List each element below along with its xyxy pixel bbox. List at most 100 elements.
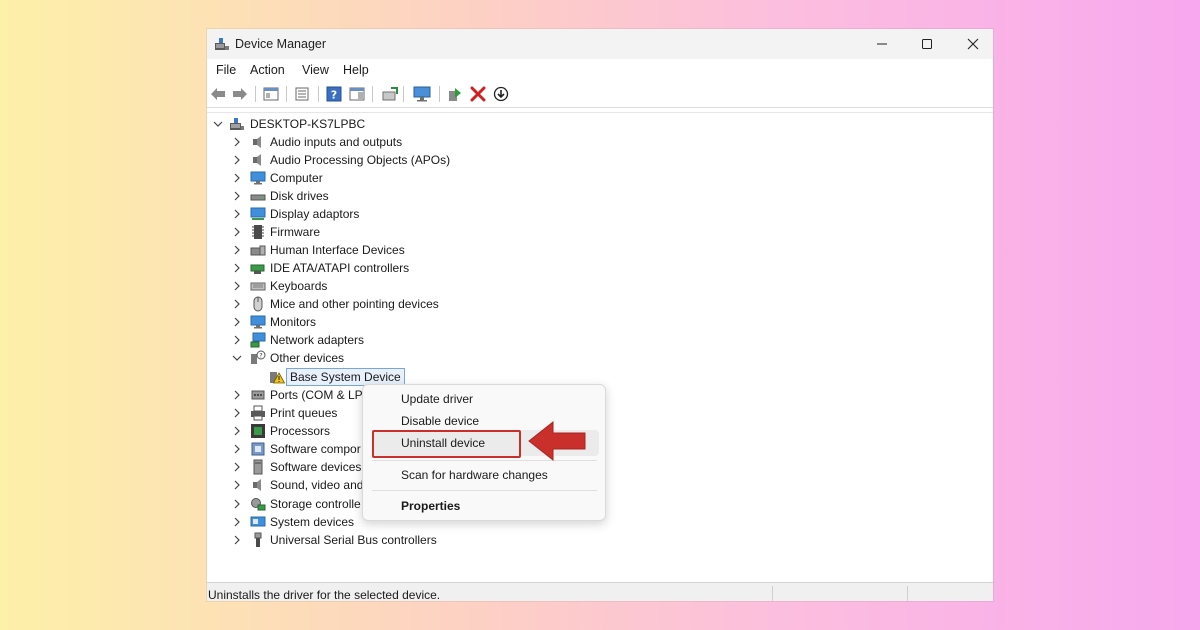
menu-file[interactable]: File bbox=[216, 63, 236, 77]
minimize-icon bbox=[877, 43, 887, 45]
tree-item-other-devices[interactable]: ? Other devices bbox=[207, 349, 993, 367]
chevron-right-icon[interactable] bbox=[232, 172, 242, 184]
tree-item-display-adaptors[interactable]: Display adaptors bbox=[207, 205, 993, 223]
chevron-right-icon[interactable] bbox=[232, 298, 242, 310]
chevron-right-icon[interactable] bbox=[232, 461, 242, 473]
close-button[interactable] bbox=[950, 29, 993, 59]
menu-action[interactable]: Action bbox=[250, 63, 285, 77]
tree-item-network-adapters[interactable]: Network adapters bbox=[207, 331, 993, 349]
tree-item-keyboards[interactable]: Keyboards bbox=[207, 277, 993, 295]
tree-item-label: System devices bbox=[270, 515, 355, 529]
chevron-right-icon[interactable] bbox=[232, 516, 242, 528]
tree-item-label: Audio inputs and outputs bbox=[270, 135, 403, 149]
uninstall-device-button[interactable] bbox=[469, 85, 487, 103]
chevron-down-icon[interactable] bbox=[232, 352, 242, 364]
chevron-right-icon[interactable] bbox=[232, 190, 242, 202]
tree-item-ide[interactable]: IDE ATA/ATAPI controllers bbox=[207, 259, 993, 277]
tree-item-monitors[interactable]: Monitors bbox=[207, 313, 993, 331]
maximize-icon bbox=[922, 39, 932, 49]
chevron-right-icon[interactable] bbox=[232, 280, 242, 292]
toolbar: ? bbox=[207, 81, 993, 108]
tree-item-computer[interactable]: Computer bbox=[207, 169, 993, 187]
title-bar[interactable]: Device Manager bbox=[207, 29, 993, 59]
chevron-down-icon[interactable] bbox=[213, 118, 223, 130]
tree-item-hid[interactable]: Human Interface Devices bbox=[207, 241, 993, 259]
tree-item-label: Ports (COM & LP bbox=[270, 388, 363, 402]
tree-root[interactable]: DESKTOP-KS7LPBC bbox=[207, 115, 993, 133]
minimize-button[interactable] bbox=[859, 29, 905, 59]
menu-item-uninstall-device[interactable]: Uninstall device bbox=[401, 436, 485, 450]
device-manager-icon bbox=[215, 38, 229, 50]
enable-device-button[interactable] bbox=[446, 85, 464, 103]
svg-text:?: ? bbox=[331, 89, 337, 102]
chevron-right-icon[interactable] bbox=[232, 244, 242, 256]
update-driver-button[interactable] bbox=[381, 85, 399, 103]
tree-item-label: Software compor bbox=[270, 442, 361, 456]
tree-item-label: Sound, video and bbox=[270, 478, 364, 492]
tree-item-disk-drives[interactable]: Disk drives bbox=[207, 187, 993, 205]
tree-item-label: Software devices bbox=[270, 460, 362, 474]
speaker-icon bbox=[253, 479, 261, 491]
chevron-right-icon[interactable] bbox=[232, 479, 242, 491]
display-button[interactable] bbox=[413, 85, 431, 103]
help-button[interactable]: ? bbox=[325, 85, 343, 103]
enable-device-icon bbox=[449, 88, 461, 101]
tree-item-mice[interactable]: Mice and other pointing devices bbox=[207, 295, 993, 313]
tree-item-label: Mice and other pointing devices bbox=[270, 297, 439, 311]
monitor-icon bbox=[250, 171, 266, 185]
properties-button[interactable] bbox=[293, 85, 311, 103]
menu-item-disable-device[interactable]: Disable device bbox=[401, 414, 479, 428]
chevron-right-icon[interactable] bbox=[232, 334, 242, 346]
tree-item-label: Print queues bbox=[270, 406, 338, 420]
monitor-icon bbox=[250, 315, 266, 329]
show-hide-console-tree-icon bbox=[263, 87, 279, 101]
toolbar-separator bbox=[372, 86, 373, 102]
chevron-right-icon[interactable] bbox=[232, 534, 242, 546]
chevron-right-icon[interactable] bbox=[232, 498, 242, 510]
toolbar-separator bbox=[439, 86, 440, 102]
forward-button[interactable] bbox=[231, 85, 249, 103]
chevron-right-icon[interactable] bbox=[232, 443, 242, 455]
chevron-right-icon[interactable] bbox=[232, 226, 242, 238]
chevron-right-icon[interactable] bbox=[232, 425, 242, 437]
tree-item-label: Audio Processing Objects (APOs) bbox=[270, 153, 451, 167]
status-bar: Uninstalls the driver for the selected d… bbox=[207, 582, 993, 601]
scan-hardware-icon bbox=[493, 86, 509, 102]
action-pane-button[interactable] bbox=[348, 85, 366, 103]
chevron-right-icon[interactable] bbox=[232, 262, 242, 274]
status-divider bbox=[907, 586, 908, 601]
menu-item-update-driver[interactable]: Update driver bbox=[401, 392, 473, 406]
tree-root-label: DESKTOP-KS7LPBC bbox=[250, 117, 366, 131]
unknown-device-icon: ? bbox=[251, 350, 266, 364]
menu-view[interactable]: View bbox=[302, 63, 329, 77]
chevron-right-icon[interactable] bbox=[232, 407, 242, 419]
annotation-arrow-icon bbox=[528, 420, 586, 462]
hid-icon bbox=[250, 245, 266, 256]
tree-item-label: Universal Serial Bus controllers bbox=[270, 533, 437, 547]
chevron-right-icon[interactable] bbox=[232, 136, 242, 148]
scan-hardware-button[interactable] bbox=[492, 85, 510, 103]
chevron-right-icon[interactable] bbox=[232, 208, 242, 220]
chevron-right-icon[interactable] bbox=[232, 154, 242, 166]
menu-item-properties[interactable]: Properties bbox=[401, 499, 460, 513]
chevron-right-icon[interactable] bbox=[232, 389, 242, 401]
status-text: Uninstalls the driver for the selected d… bbox=[208, 588, 441, 601]
help-icon: ? bbox=[326, 86, 342, 102]
usb-icon bbox=[254, 532, 262, 547]
tree-item-label: Monitors bbox=[270, 315, 317, 329]
menu-item-scan-hardware[interactable]: Scan for hardware changes bbox=[401, 468, 548, 482]
tree-item-label: Other devices bbox=[270, 351, 345, 365]
console-tree-button[interactable] bbox=[262, 85, 280, 103]
tree-item-audio-inputs[interactable]: Audio inputs and outputs bbox=[207, 133, 993, 151]
toolbar-separator bbox=[286, 86, 287, 102]
back-button[interactable] bbox=[209, 85, 227, 103]
tree-item-usb-controllers[interactable]: Universal Serial Bus controllers bbox=[207, 531, 993, 549]
chevron-right-icon[interactable] bbox=[232, 316, 242, 328]
maximize-button[interactable] bbox=[904, 29, 950, 59]
tree-item-firmware[interactable]: Firmware bbox=[207, 223, 993, 241]
tree-item-label: Network adapters bbox=[270, 333, 365, 347]
menu-help[interactable]: Help bbox=[343, 63, 369, 77]
tree-item-apos[interactable]: Audio Processing Objects (APOs) bbox=[207, 151, 993, 169]
warning-device-icon bbox=[270, 372, 285, 384]
tree-item-label: Human Interface Devices bbox=[270, 243, 405, 257]
